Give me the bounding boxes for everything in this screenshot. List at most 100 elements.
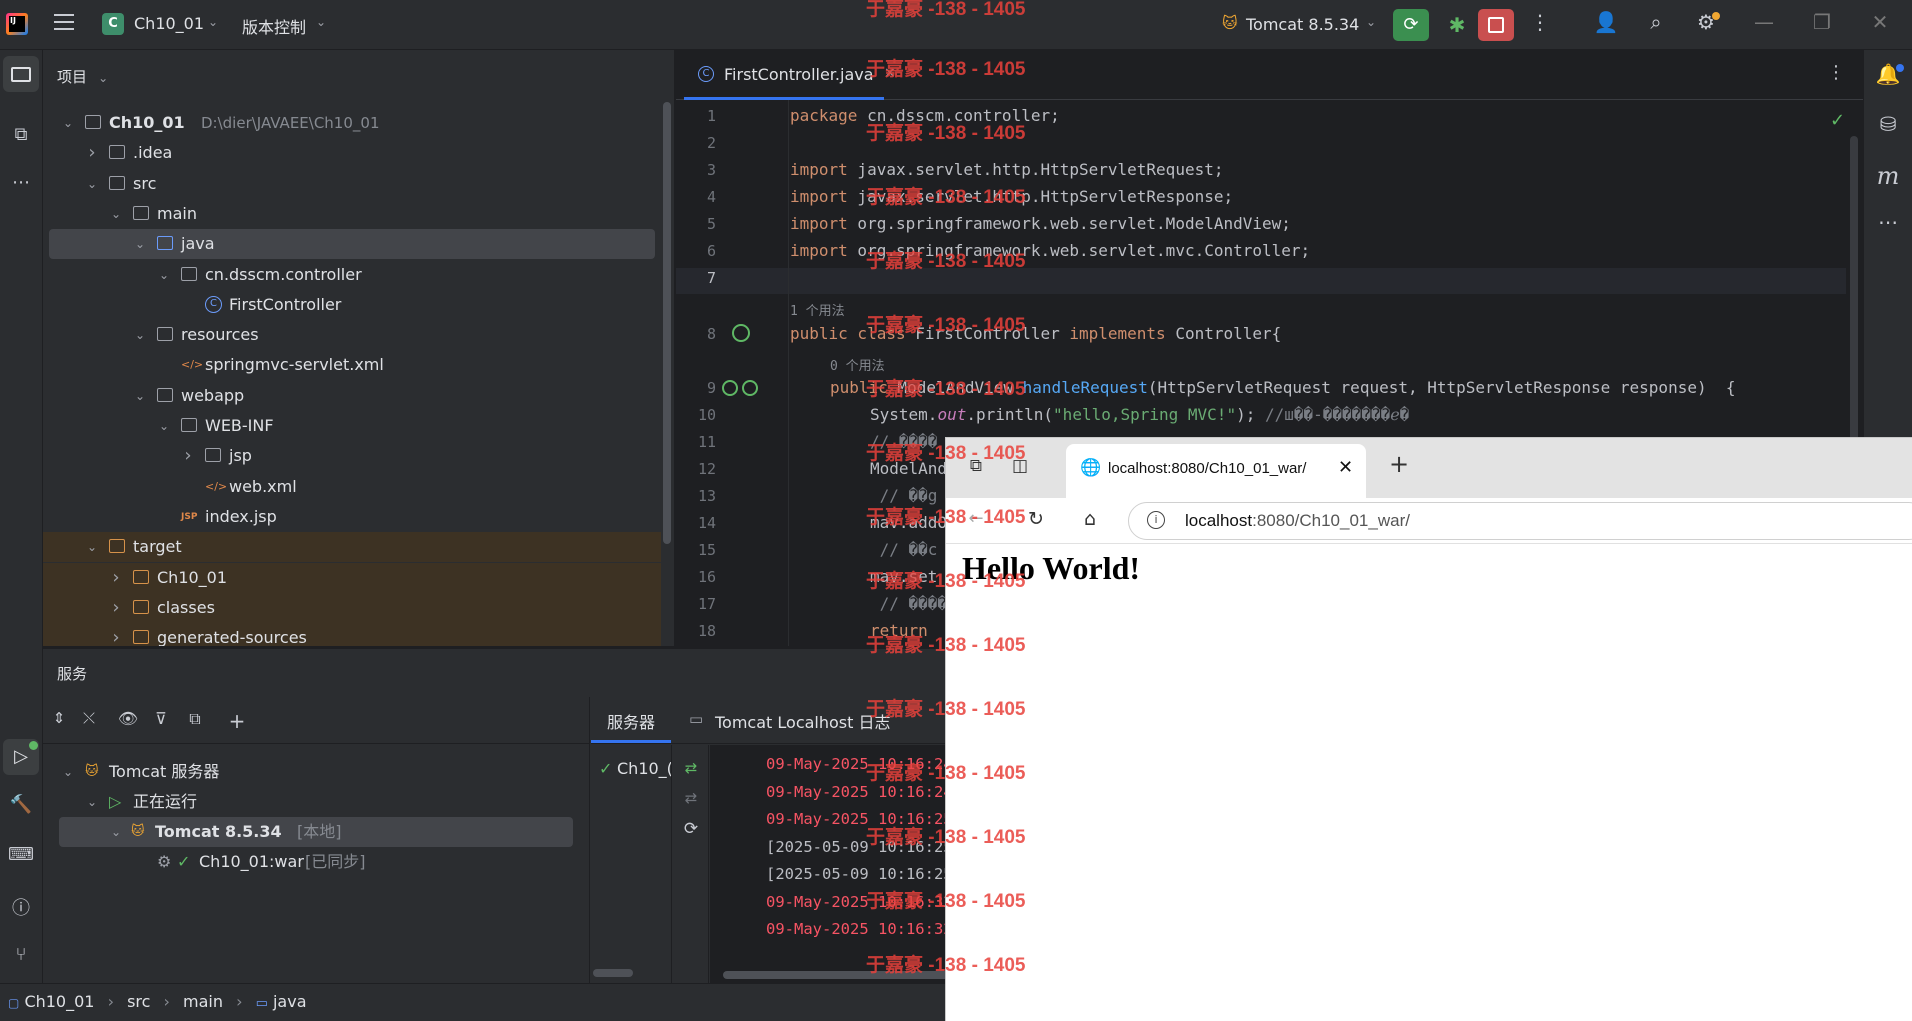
chevron-down-icon[interactable]: ⌄: [85, 169, 99, 199]
main-menu-icon[interactable]: [54, 14, 74, 32]
chevron-right-icon[interactable]: ›: [85, 138, 99, 168]
new-group-icon[interactable]: ⧉: [185, 709, 205, 729]
tree-row[interactable]: › .idea: [43, 138, 661, 168]
refresh-icon[interactable]: ⟳: [680, 819, 702, 839]
undeploy-icon[interactable]: ⇄: [680, 789, 702, 807]
line-number[interactable]: 12: [676, 460, 716, 478]
chevron-down-icon[interactable]: ⌄: [85, 532, 99, 562]
tree-row[interactable]: ⌄ cn.dsscm.controller: [43, 260, 661, 290]
stop-button[interactable]: [1478, 9, 1514, 41]
code-line-15[interactable]: // ��c: [870, 540, 938, 559]
database-tool-icon[interactable]: ⛁: [1874, 112, 1902, 136]
tree-row[interactable]: › classes: [43, 592, 661, 623]
maximize-icon[interactable]: ❐: [1810, 10, 1834, 34]
tree-row[interactable]: ⌄ main: [43, 199, 661, 229]
reload-icon[interactable]: ↻: [1024, 508, 1048, 530]
project-panel-header[interactable]: 项目 ⌄: [57, 66, 157, 90]
line-number[interactable]: 5: [676, 215, 716, 233]
home-icon[interactable]: ⌂: [1078, 508, 1102, 530]
project-scrollbar[interactable]: [663, 102, 671, 544]
terminal-tool-icon[interactable]: ⌨: [8, 844, 34, 865]
site-info-icon[interactable]: i: [1147, 511, 1165, 529]
tree-row[interactable]: ⌄ webapp: [43, 381, 661, 411]
chevron-down-icon[interactable]: ⌄: [109, 199, 123, 229]
chevron-down-icon[interactable]: ⌄: [133, 381, 147, 411]
app-logo-icon[interactable]: IJ: [6, 13, 28, 35]
line-number[interactable]: 4: [676, 188, 716, 206]
new-tab-icon[interactable]: +: [1386, 450, 1412, 478]
tree-row[interactable]: ⌄ Ch10_01 D:\dier\JAVAEE\Ch10_01: [43, 108, 661, 138]
deployment-item[interactable]: Ch10_(: [617, 759, 673, 778]
tree-row[interactable]: › jsp: [43, 441, 661, 471]
tree-row[interactable]: C FirstController: [43, 290, 661, 320]
chevron-right-icon[interactable]: ›: [109, 593, 123, 623]
tree-row[interactable]: ⌄ java: [49, 229, 655, 260]
tree-row[interactable]: ⌄ WEB-INF: [43, 411, 661, 441]
chevron-right-icon[interactable]: ›: [109, 563, 123, 593]
address-bar[interactable]: i localhost:8080/Ch10_01_war/: [1128, 502, 1912, 540]
maven-tool-icon[interactable]: m: [1874, 162, 1902, 190]
tree-row[interactable]: </> web.xml: [43, 472, 661, 502]
line-number[interactable]: 2: [676, 134, 716, 152]
line-number[interactable]: 8: [676, 325, 716, 343]
show-options-eye-icon[interactable]: 👁: [117, 709, 139, 728]
code-line-17[interactable]: // ����: [870, 594, 947, 613]
line-number[interactable]: 17: [676, 595, 716, 613]
services-tab-server[interactable]: 服务器: [591, 697, 671, 743]
tree-row-artifact[interactable]: ⚙ ✓ Ch10_01:war [已同步]: [43, 847, 675, 877]
search-icon[interactable]: ⌕: [1642, 10, 1670, 34]
tree-row-tomcat-server[interactable]: ⌄ 🐱 Tomcat 服务器: [43, 757, 675, 787]
breadcrumb-item[interactable]: java: [273, 992, 307, 1011]
expand-all-icon[interactable]: ⇕: [49, 709, 69, 727]
line-number[interactable]: 9: [676, 379, 716, 397]
usage-hint-method[interactable]: 0 个用法: [830, 355, 885, 374]
tree-row[interactable]: ⌄ resources: [43, 320, 661, 350]
problems-tool-icon[interactable]: ⓘ: [8, 894, 34, 920]
line-number[interactable]: 16: [676, 568, 716, 586]
line-number[interactable]: 3: [676, 161, 716, 179]
close-tab-icon[interactable]: ✕: [1338, 457, 1353, 478]
chevron-down-icon[interactable]: ⌄: [133, 320, 147, 350]
project-tool-icon[interactable]: [3, 56, 39, 92]
tree-row[interactable]: › Ch10_01: [43, 562, 661, 593]
structure-tool-icon[interactable]: ⧉: [8, 124, 34, 145]
breadcrumb-item[interactable]: main: [183, 992, 223, 1011]
override-gutter-icon[interactable]: [722, 380, 738, 396]
tree-row[interactable]: ⌄ target: [43, 532, 661, 563]
add-service-icon[interactable]: +: [227, 709, 247, 733]
line-number[interactable]: 6: [676, 242, 716, 260]
line-number[interactable]: 13: [676, 487, 716, 505]
tree-row[interactable]: › generated-sources: [43, 623, 661, 646]
line-number[interactable]: 10: [676, 406, 716, 424]
code-line-8[interactable]: public class FirstController implements …: [790, 324, 1281, 343]
build-tool-icon[interactable]: 🔨: [8, 794, 34, 815]
redeploy-icon[interactable]: ⇄: [680, 759, 702, 777]
breadcrumb-item[interactable]: src: [127, 992, 150, 1011]
implements-method-gutter-icon[interactable]: [742, 380, 758, 396]
line-number[interactable]: 1: [676, 107, 716, 125]
tree-row[interactable]: JSP index.jsp: [43, 502, 661, 532]
tree-row-running[interactable]: ⌄ ▷ 正在运行: [43, 787, 675, 817]
code-line-3[interactable]: import javax.servlet.http.HttpServletReq…: [790, 160, 1223, 179]
chevron-down-icon[interactable]: ⌄: [157, 260, 171, 290]
usage-hint-class[interactable]: 1 个用法: [790, 300, 845, 319]
breadcrumb-item[interactable]: Ch10_01: [24, 992, 94, 1011]
more-actions-icon[interactable]: ⋮: [1528, 10, 1552, 34]
chevron-right-icon[interactable]: ›: [109, 623, 123, 646]
implements-gutter-icon[interactable]: [732, 324, 750, 342]
chevron-down-icon[interactable]: ⌄: [157, 411, 171, 441]
browser-tab[interactable]: 🌐 localhost:8080/Ch10_01_war/ ✕: [1066, 444, 1366, 498]
tree-row-tomcat-instance[interactable]: ⌄ 🐱 Tomcat 8.5.34 [本地]: [59, 817, 573, 847]
add-user-icon[interactable]: 👤: [1592, 10, 1620, 34]
line-number[interactable]: 18: [676, 622, 716, 640]
line-number[interactable]: 14: [676, 514, 716, 532]
run-config-selector[interactable]: 🐱 Tomcat 8.5.34 ⌄: [1222, 11, 1382, 39]
services-split-divider[interactable]: [589, 697, 590, 984]
code-line-10[interactable]: System.out.println("hello,Spring MVC!");…: [870, 405, 1409, 424]
filter-icon[interactable]: ⊽: [151, 709, 171, 728]
minimize-icon[interactable]: —: [1752, 10, 1776, 34]
line-number[interactable]: 11: [676, 433, 716, 451]
line-number[interactable]: 7: [676, 269, 716, 287]
editor-options-icon[interactable]: ⋮: [1826, 62, 1846, 83]
tree-row[interactable]: </> springmvc-servlet.xml: [43, 350, 661, 380]
